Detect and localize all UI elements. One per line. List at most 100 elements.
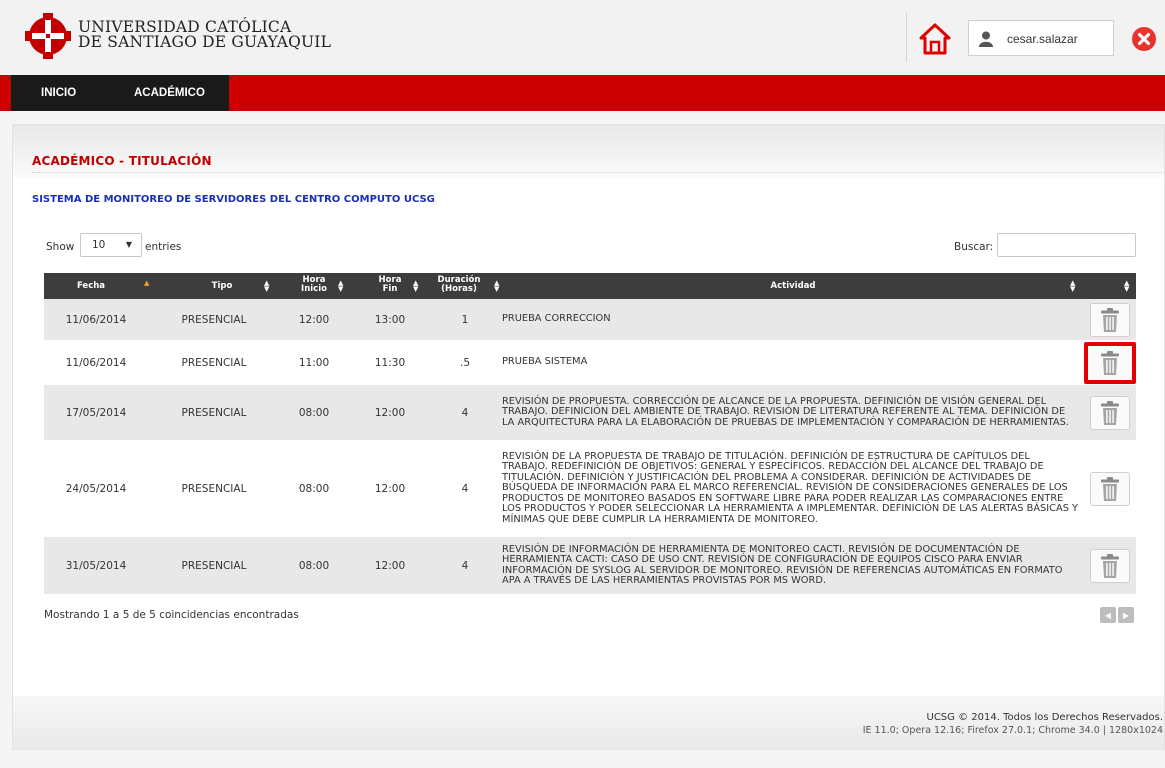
nav-item-academico[interactable]: ACADÉMICO: [98, 75, 205, 111]
entries-label: entries: [145, 241, 182, 253]
cell-actividad: REVISIÓN DE INFORMACIÓN DE HERRAMIENTA D…: [502, 543, 1063, 586]
cell-duracion: 4: [461, 406, 469, 419]
cell-hora-fin: 12:00: [374, 482, 406, 495]
column-header-actividad[interactable]: Actividad ▲ ▼: [502, 273, 1084, 299]
table-row: 17/05/2014 PRESENCIAL 08:00 12:00 4 REVISIÓN …: [44, 385, 1136, 441]
activities-table: Fecha ▲ Tipo ▲ ▼ Hora Inicio ▲ ▼ Hora Fin …: [44, 273, 1136, 595]
user-box[interactable]: cesar.salazar: [968, 20, 1114, 56]
chevron-right-icon: ▶: [1122, 610, 1130, 620]
title-divider: [32, 172, 1165, 173]
column-header-line2: Inicio: [301, 284, 327, 294]
show-label: Show: [46, 241, 75, 253]
chevron-down-icon: ▼: [125, 240, 132, 249]
cell-fecha: 11/06/2014: [65, 313, 127, 326]
column-header-label: Fecha: [76, 281, 106, 291]
cell-actions: [1084, 299, 1136, 340]
cell-hora-fin: 13:00: [374, 313, 406, 326]
delete-button[interactable]: [1090, 302, 1130, 337]
cell-actividad: PRUEBA CORRECCION: [502, 313, 611, 325]
cell-actions: [1084, 341, 1136, 384]
nav-menu: INICIO ACADÉMICO: [11, 75, 229, 111]
table-info: Mostrando 1 a 5 de 5 coincidencias encon…: [44, 609, 299, 621]
cell-duracion: 4: [461, 482, 469, 495]
trash-icon: [1101, 553, 1119, 578]
cell-actividad: REVISIÓN DE PROPUESTA. CORRECCIÓN DE ALC…: [502, 395, 1069, 428]
cell-actions: [1084, 537, 1136, 594]
column-header-duracion[interactable]: Duración (Horas) ▲ ▼: [428, 273, 502, 299]
university-name: UNIVERSIDAD CATÓLICA DE SANTIAGO DE GUAY…: [78, 19, 332, 51]
search-label: Buscar:: [954, 241, 994, 253]
cell-actividad: REVISIÓN DE LA PROPUESTA DE TRABAJO DE T…: [502, 451, 1079, 525]
cell-tipo: PRESENCIAL: [181, 559, 247, 572]
header: UNIVERSIDAD CATÓLICA DE SANTIAGO DE GUAY…: [0, 0, 1165, 75]
cell-fecha: 24/05/2014: [65, 482, 127, 495]
trash-icon: [1101, 350, 1119, 375]
column-header-fecha[interactable]: Fecha ▲: [44, 273, 149, 299]
next-page-button[interactable]: ▶: [1118, 607, 1134, 623]
close-icon[interactable]: [1131, 26, 1157, 52]
cell-duracion: 1: [461, 313, 469, 326]
cell-hora-fin: 12:00: [374, 406, 406, 419]
trash-icon: [1101, 307, 1119, 332]
delete-button[interactable]: [1090, 395, 1130, 430]
chevron-left-icon: ◀: [1104, 610, 1112, 620]
cell-hora-inicio: 11:00: [298, 356, 330, 369]
cell-tipo: PRESENCIAL: [181, 356, 247, 369]
cell-actions: [1084, 385, 1136, 440]
column-header-hora-inicio[interactable]: Hora Inicio ▲ ▼: [276, 273, 352, 299]
cell-fecha: 31/05/2014: [65, 559, 127, 572]
cell-fecha: 11/06/2014: [65, 356, 127, 369]
sort-icon: ▲ ▼: [413, 279, 419, 293]
table-row: 11/06/2014 PRESENCIAL 12:00 13:00 1 PRUEBA CO…: [44, 299, 1136, 341]
cell-fecha: 17/05/2014: [65, 406, 127, 419]
cell-hora-inicio: 12:00: [298, 313, 330, 326]
delete-button[interactable]: [1090, 548, 1130, 583]
cell-hora-inicio: 08:00: [298, 559, 330, 572]
sort-icon: ▲ ▼: [1124, 279, 1130, 293]
table-row: 31/05/2014 PRESENCIAL 08:00 12:00 4 REVISIÓN …: [44, 537, 1136, 595]
trash-icon: [1101, 476, 1119, 501]
page-title: ACADÉMICO - TITULACIÓN: [32, 154, 212, 168]
delete-button[interactable]: [1090, 471, 1130, 506]
home-icon[interactable]: [918, 22, 952, 56]
footer-copyright: UCSG © 2014. Todos los Derechos Reservad…: [926, 712, 1164, 723]
column-header-actions[interactable]: ▲ ▼: [1084, 273, 1136, 299]
main-nav: INICIO ACADÉMICO: [0, 75, 1165, 111]
cell-hora-fin: 11:30: [374, 356, 406, 369]
column-header-label: Actividad: [770, 281, 816, 291]
table-body: 11/06/2014 PRESENCIAL 12:00 13:00 1 PRUEBA CO…: [44, 299, 1136, 595]
cell-tipo: PRESENCIAL: [181, 406, 247, 419]
entries-select[interactable]: 10 ▼: [80, 233, 142, 257]
header-divider: [906, 12, 907, 62]
university-logo: [25, 13, 71, 59]
previous-page-button[interactable]: ◀: [1100, 607, 1116, 623]
content-panel: ACADÉMICO - TITULACIÓN SISTEMA DE MONITO…: [12, 124, 1165, 750]
university-name-line2: DE SANTIAGO DE GUAYAQUIL: [78, 33, 332, 51]
cell-actividad: PRUEBA SISTEMA: [502, 356, 588, 368]
table-header: Fecha ▲ Tipo ▲ ▼ Hora Inicio ▲ ▼ Hora Fin …: [44, 273, 1136, 299]
sort-icon: ▲ ▼: [264, 279, 270, 293]
username: cesar.salazar: [1007, 32, 1078, 46]
footer-browsers: IE 11.0; Opera 12.16; Firefox 27.0.1; Ch…: [862, 725, 1163, 736]
column-header-line2: (Horas): [441, 284, 477, 294]
sort-icon: ▲ ▼: [1070, 279, 1076, 293]
search-input[interactable]: [997, 233, 1136, 257]
user-icon: [979, 31, 993, 47]
table-row: 11/06/2014 PRESENCIAL 11:00 11:30 .5 PRUEBA S…: [44, 341, 1136, 385]
nav-item-inicio[interactable]: INICIO: [11, 75, 98, 111]
footer: [13, 696, 1164, 750]
delete-button[interactable]: [1084, 341, 1136, 384]
cell-duracion: 4: [461, 559, 469, 572]
project-subtitle: SISTEMA DE MONITOREO DE SERVIDORES DEL C…: [32, 194, 435, 205]
sort-icon: ▲ ▼: [338, 279, 344, 293]
cell-tipo: PRESENCIAL: [181, 313, 247, 326]
column-header-tipo[interactable]: Tipo ▲ ▼: [148, 273, 276, 299]
column-header-line2: Fin: [382, 284, 398, 294]
table-row: 24/05/2014 PRESENCIAL 08:00 12:00 4 REVISIÓN …: [44, 441, 1136, 537]
sort-icon: ▲ ▼: [494, 279, 500, 293]
cell-actions: [1084, 441, 1136, 536]
column-header-hora-fin[interactable]: Hora Fin ▲ ▼: [352, 273, 428, 299]
cell-tipo: PRESENCIAL: [181, 482, 247, 495]
cell-hora-fin: 12:00: [374, 559, 406, 572]
panel-header-band: [13, 125, 1164, 177]
